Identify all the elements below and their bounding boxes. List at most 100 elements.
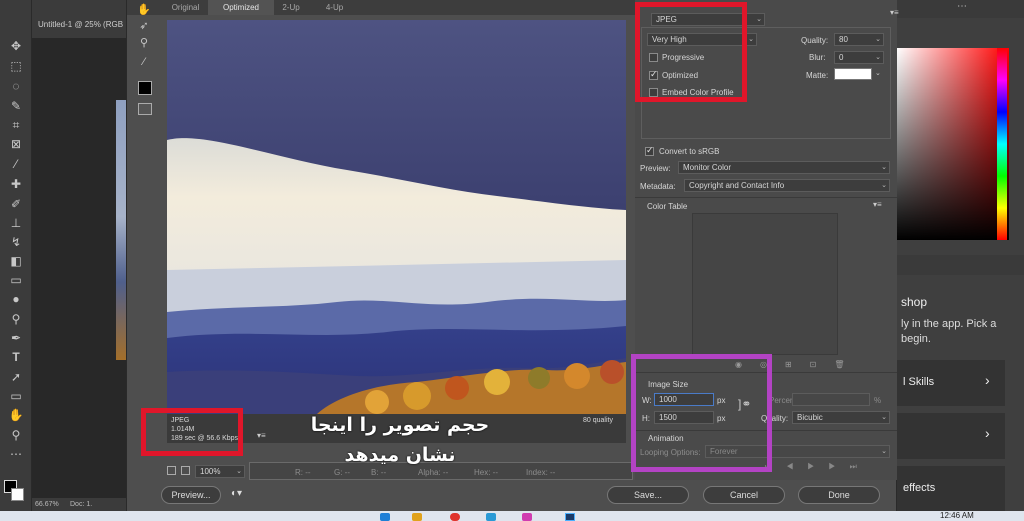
zoom-in-icon[interactable] (181, 466, 190, 475)
learn-card-skills-label: l Skills (903, 376, 935, 388)
hand-tool-icon[interactable]: ✋ (137, 3, 151, 17)
stamp-tool-icon[interactable]: ⊥ (7, 215, 25, 231)
eyedropper-color-swatch[interactable] (138, 81, 152, 95)
document-tab[interactable]: Untitled-1 @ 25% (RGB (38, 20, 123, 29)
dodge-tool-icon[interactable]: ⚲ (7, 311, 25, 327)
browser-icon[interactable]: ◐▾ (231, 488, 242, 499)
doc-status: Doc: 1. (70, 501, 93, 508)
format-highlight-box (635, 2, 747, 102)
convert-srgb-checkbox[interactable] (645, 145, 654, 156)
preview-value: Monitor Color (683, 163, 732, 172)
annotation-text: حجم تصویر را اینجا نشان میدهد (260, 410, 540, 470)
learn-heading: shop (901, 295, 928, 309)
quick-select-tool-icon[interactable]: ✎ (7, 98, 25, 114)
zoom-tool-icon[interactable]: ⚲ (137, 36, 151, 50)
brush-tool-icon[interactable]: ✐ (7, 196, 25, 212)
shape-tool-icon[interactable]: ▭ (7, 388, 25, 404)
preview-select[interactable]: Monitor Color ⌄ (678, 161, 890, 174)
hue-slider[interactable] (997, 48, 1007, 240)
preview-button[interactable]: Preview... (161, 486, 221, 504)
annotation-line-2: نشان میدهد (344, 444, 456, 466)
blur-tool-icon[interactable]: ● (7, 291, 25, 307)
resample-quality-value: Bicubic (797, 413, 823, 422)
save-button[interactable]: Save... (607, 486, 689, 504)
taskbar-app-icon[interactable] (486, 513, 496, 521)
tab-4-up[interactable]: 4-Up (312, 0, 357, 15)
annotation-line-1: حجم تصویر را اینجا (310, 414, 490, 436)
tab-original[interactable]: Original (163, 0, 208, 15)
learn-card-skills[interactable]: l Skills › (897, 360, 1005, 406)
view-tabs: Original Optimized 2-Up 4-Up (127, 0, 635, 15)
photoshop-right-panel: ⋯ shop ly in the app. Pick a begin. l Sk… (897, 0, 1024, 511)
healing-tool-icon[interactable]: ✚ (7, 176, 25, 192)
type-tool-icon[interactable]: T (7, 349, 25, 365)
percent-unit: % (874, 396, 882, 405)
blur-input[interactable]: 0 ⌄ (834, 51, 884, 64)
zoom-select[interactable]: 100% ⌄ (195, 465, 245, 478)
learn-text-line1: ly in the app. Pick a (901, 318, 997, 330)
zoom-value: 100% (200, 467, 221, 476)
taskbar-app-icon[interactable] (380, 513, 390, 521)
quality-input[interactable]: 80 ⌄ (834, 33, 884, 46)
taskbar-app-icon[interactable] (450, 513, 460, 521)
convert-srgb-label: Convert to sRGB (659, 147, 720, 156)
preview-image[interactable] (167, 20, 626, 414)
done-button[interactable]: Done (798, 486, 880, 504)
toggle-slices-icon[interactable] (138, 103, 152, 115)
tab-2-up[interactable]: 2-Up (274, 0, 308, 15)
eyedropper-tool-icon[interactable]: ⁄ (137, 55, 151, 69)
zoom-status: 66.67% (35, 501, 59, 508)
pen-tool-icon[interactable]: ✒ (7, 330, 25, 346)
frame-tool-icon[interactable]: ⊠ (7, 136, 25, 152)
gradient-tool-icon[interactable]: ▭ (7, 272, 25, 288)
slice-select-tool-icon[interactable]: ➶ (137, 19, 151, 33)
landscape-photo (167, 20, 626, 414)
panel-menu-icon[interactable]: ⋯ (957, 1, 967, 12)
metadata-label: Metadata: (640, 182, 676, 191)
color-table-grid (692, 213, 838, 355)
color-table-menu-icon[interactable]: ▾≡ (873, 200, 882, 209)
crop-tool-icon[interactable]: ⌗ (7, 117, 25, 133)
color-table-title: Color Table (647, 202, 688, 211)
taskbar-app-icon[interactable] (412, 513, 422, 521)
path-select-tool-icon[interactable]: ➚ (7, 369, 25, 385)
eraser-tool-icon[interactable]: ◧ (7, 253, 25, 269)
learn-card-effects[interactable]: effects (897, 466, 1005, 511)
metadata-select[interactable]: Copyright and Contact Info ⌄ (684, 179, 890, 192)
eyedropper-tool-icon[interactable]: ⁄ (7, 156, 25, 172)
zoom-out-icon[interactable] (167, 466, 176, 475)
zoom-tool-icon[interactable]: ⚲ (7, 427, 25, 443)
learn-card-2[interactable]: › (897, 413, 1005, 459)
optimized-preview: JPEG 1.014M 189 sec @ 56.6 Kbps 80 quali… (167, 20, 626, 443)
blur-label: Blur: (809, 53, 826, 62)
settings-menu-icon[interactable]: ▾≡ (890, 8, 899, 17)
photoshop-canvas (32, 38, 128, 498)
blur-value: 0 (839, 53, 844, 62)
chevron-right-icon: › (985, 372, 990, 388)
preview-label: Preview: (640, 164, 671, 173)
marquee-tool-icon[interactable]: ⬚ (7, 58, 25, 74)
matte-color-swatch[interactable] (834, 68, 872, 80)
cancel-button[interactable]: Cancel (703, 486, 785, 504)
resample-quality-select[interactable]: Bicubic ⌄ (792, 411, 890, 424)
matte-dropdown-icon[interactable]: ⌄ (875, 69, 881, 77)
chevron-right-icon: › (985, 425, 990, 441)
hand-tool-icon[interactable]: ✋ (7, 407, 25, 423)
animation-playback-controls[interactable]: ⏮◀▶▶⏭ (765, 462, 890, 475)
metadata-value: Copyright and Contact Info (689, 181, 785, 190)
move-tool-icon[interactable]: ✥ (7, 38, 25, 54)
history-brush-tool-icon[interactable]: ↯ (7, 234, 25, 250)
color-picker-field[interactable] (897, 48, 1009, 240)
percent-input[interactable] (792, 393, 870, 406)
background-color-swatch[interactable] (11, 488, 24, 501)
lasso-tool-icon[interactable]: ◌ (7, 78, 25, 94)
file-size-highlight-box (141, 408, 243, 456)
more-tools-icon[interactable]: ⋯ (7, 446, 25, 462)
dialog-tools: ✋ ➶ ⚲ ⁄ (129, 4, 159, 115)
matte-label: Matte: (806, 71, 829, 80)
taskbar-app-icon[interactable] (522, 513, 532, 521)
tab-optimized[interactable]: Optimized (208, 0, 274, 15)
photoshop-status-bar: 66.67% Doc: 1. (32, 498, 128, 511)
panel-header: ⋯ (897, 0, 1024, 18)
taskbar-app-icon[interactable] (565, 513, 575, 521)
